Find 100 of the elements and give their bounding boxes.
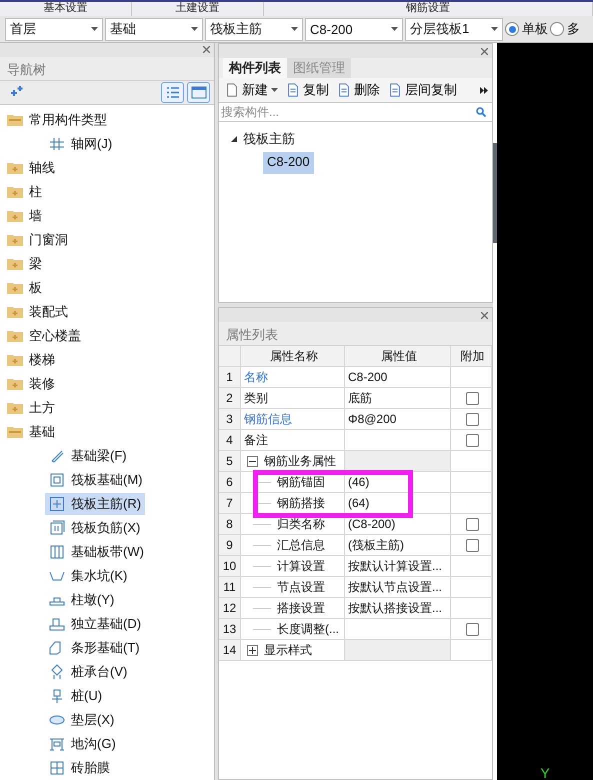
property-name: 长度调整(... [277,620,339,638]
frame-icon [49,472,65,488]
tree-category[interactable]: 土方 [29,399,55,417]
row-number: 7 [219,493,241,514]
folder-icon[interactable] [7,306,23,318]
toolbar-button[interactable]: 删除 [337,81,380,99]
tree-item[interactable]: 筏板主筋(R) [45,493,146,515]
tree-category[interactable]: 常用构件类型 [29,111,107,129]
dropdown-field[interactable]: 首层 [5,18,103,40]
tree-category[interactable]: 装配式 [29,303,68,321]
tree-item[interactable]: 条形基础(T) [45,637,144,659]
checkbox[interactable] [466,412,479,426]
toolbar-button[interactable]: 新建 [225,81,278,99]
tree-category[interactable]: 楼梯 [29,351,55,369]
tree-item[interactable]: 基础板带(W) [45,541,148,563]
folder-icon[interactable] [7,378,23,390]
folder-icon[interactable] [7,186,23,198]
radio-option[interactable]: 单板 [505,20,548,38]
property-name: 钢筋搭接 [277,494,325,512]
folder-icon[interactable] [7,162,23,174]
row-number: 6 [219,472,241,493]
property-value: 底筋 [345,388,451,409]
tree-category[interactable]: 门窗洞 [29,231,68,249]
checkbox[interactable] [466,434,479,446]
tree-node[interactable]: 筏板主筋 [243,130,295,148]
tree-item[interactable]: 筏板负筋(X) [45,517,144,539]
tree-item[interactable]: 基础梁(F) [45,445,131,467]
tree-item[interactable]: 集水坑(K) [45,565,132,587]
tree-item[interactable]: 垫层(X) [45,709,118,731]
property-link[interactable]: 名称 [241,367,345,388]
drawing-canvas[interactable]: Y [497,43,593,780]
close-icon[interactable] [481,312,488,318]
folder-icon[interactable] [7,234,23,246]
folder-icon[interactable] [7,330,23,342]
tree-category[interactable]: 梁 [29,255,42,273]
footing-icon [49,616,65,632]
tree-item[interactable]: 筏板基础(M) [45,469,146,491]
checkbox[interactable] [466,392,479,404]
checkbox[interactable] [466,538,479,552]
document-icon [225,82,239,98]
tree-category[interactable]: 空心楼盖 [29,327,81,345]
property-link[interactable]: 钢筋信息 [241,409,345,430]
column-header: 附加 [451,346,492,367]
toolbar-button[interactable]: 层间复制 [388,81,457,99]
folder-icon[interactable] [7,354,23,366]
dropdown-field[interactable]: 基础 [105,18,203,40]
property-name: 显示样式 [264,642,312,658]
tree-category[interactable]: 板 [29,279,42,297]
tree-item[interactable]: 独立基础(D) [45,613,146,635]
property-name: 归类名称 [277,516,325,532]
add-icon[interactable] [10,86,24,98]
folder-open-icon[interactable] [7,114,23,126]
window-icon [190,86,206,99]
dropdown-field[interactable]: 分层筏板1 [405,18,503,40]
grid-square-icon [49,760,65,776]
folder-icon[interactable] [7,258,23,270]
splitter-handle[interactable] [493,143,497,243]
checkbox[interactable] [466,518,479,530]
panel-title: 导航树 [0,56,214,81]
column-header: 属性值 [345,346,451,367]
tree-item[interactable]: 桩承台(V) [45,661,132,683]
tree-item[interactable]: 轴网(J) [45,133,116,155]
panel-tab[interactable]: 构件列表 [223,58,287,78]
row-number: 5 [219,451,241,472]
tree-item[interactable]: 砖胎膜 [45,757,114,779]
search-icon[interactable] [476,107,486,117]
tree-item[interactable]: 地沟(G) [45,733,120,755]
checkbox[interactable] [466,622,479,636]
close-icon[interactable] [203,46,210,54]
window-view-button[interactable] [187,82,210,103]
folder-icon[interactable] [7,282,23,294]
row-number: 9 [219,535,241,556]
document-icon [388,82,402,98]
tree-category[interactable]: 柱 [29,183,42,201]
tree-item[interactable]: 桩(U) [45,685,106,707]
radio-option[interactable]: 多 [550,20,580,38]
tree-item[interactable]: 柱墩(Y) [45,589,118,611]
dropdown-field[interactable]: 筏板主筋 [205,18,303,40]
list-view-button[interactable] [161,82,184,103]
tree-category[interactable]: 装修 [29,375,55,393]
tree-category[interactable]: 墙 [29,207,42,225]
dropdown-field[interactable]: C8-200 [305,18,403,40]
cross-grid-icon [49,496,65,512]
property-value: 按默认搭接设置... [345,598,451,619]
component-item[interactable]: C8-200 [263,152,314,174]
caret-icon [491,27,498,31]
strip-icon [49,544,65,560]
collapse-icon[interactable] [247,456,258,466]
column-header: 属性名称 [241,346,345,367]
close-icon[interactable] [481,48,488,54]
folder-open-icon[interactable] [7,426,23,438]
tree-category[interactable]: 基础 [29,423,55,441]
folder-icon[interactable] [7,210,23,222]
expand-icon[interactable] [247,644,258,656]
tree-category[interactable]: 轴线 [29,159,55,177]
folder-icon[interactable] [7,402,23,414]
toolbar-button[interactable]: 复制 [286,81,329,99]
property-name: 节点设置 [277,578,325,596]
collapse-triangle-icon[interactable] [231,136,237,142]
more-icon[interactable] [480,86,488,94]
